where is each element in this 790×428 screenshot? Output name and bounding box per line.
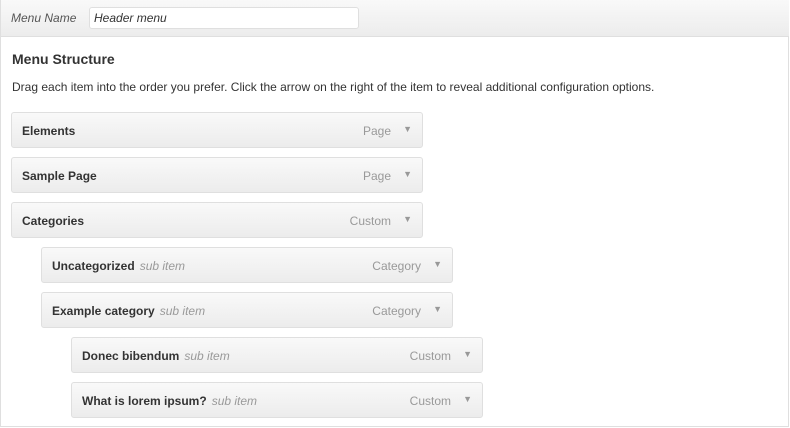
menu-editor: Menu Name Menu Structure Drag each item … xyxy=(0,0,789,427)
expand-arrow-icon[interactable]: ▼ xyxy=(433,259,442,269)
menu-item-type: Category xyxy=(372,259,421,273)
menu-structure-instructions: Drag each item into the order you prefer… xyxy=(12,80,655,94)
menu-item-title-text: Uncategorized xyxy=(52,259,135,273)
menu-name-label: Menu Name xyxy=(11,11,77,25)
expand-arrow-icon[interactable]: ▼ xyxy=(403,214,412,224)
expand-arrow-icon[interactable]: ▼ xyxy=(463,394,472,404)
menu-item-title-text: Categories xyxy=(22,214,85,228)
sub-item-label: sub item xyxy=(159,304,206,318)
menu-item-example-category[interactable]: Example category sub item Category ▼ xyxy=(41,292,453,328)
menu-item-title: Elements xyxy=(22,124,75,138)
menu-item-title: What is lorem ipsum? sub item xyxy=(82,394,257,408)
sub-item-label: sub item xyxy=(184,349,230,363)
menu-item-type: Custom xyxy=(409,394,451,408)
menu-item-type: Custom xyxy=(409,349,451,363)
menu-item-donec-bibendum[interactable]: Donec bibendum sub item Custom ▼ xyxy=(71,337,483,373)
menu-item-type: Page xyxy=(362,169,391,183)
expand-arrow-icon[interactable]: ▼ xyxy=(433,304,442,314)
menu-item-type: Page xyxy=(362,124,391,138)
menu-name-input[interactable] xyxy=(89,7,359,29)
menu-item-what-is-lorem-ipsum[interactable]: What is lorem ipsum? sub item Custom ▼ xyxy=(71,382,483,418)
menu-name-bar: Menu Name xyxy=(1,0,789,37)
sub-item-label: sub item xyxy=(211,394,258,408)
expand-arrow-icon[interactable]: ▼ xyxy=(403,169,412,179)
menu-item-uncategorized[interactable]: Uncategorized sub item Category ▼ xyxy=(41,247,453,283)
menu-item-title-text: What is lorem ipsum? xyxy=(82,394,207,408)
menu-item-sample-page[interactable]: Sample Page Page ▼ xyxy=(11,157,423,193)
sub-item-label: sub item xyxy=(139,259,186,273)
menu-item-categories[interactable]: Categories Custom ▼ xyxy=(11,202,423,238)
menu-item-type: Category xyxy=(372,304,421,318)
menu-item-title-text: Sample Page xyxy=(22,169,97,183)
menu-item-title: Uncategorized sub item xyxy=(52,259,185,273)
menu-item-title: Categories xyxy=(22,214,84,228)
menu-item-title: Example category sub item xyxy=(52,304,205,318)
menu-item-title-text: Donec bibendum xyxy=(82,349,180,363)
menu-item-title: Sample Page xyxy=(22,169,97,183)
menu-item-elements[interactable]: Elements Page ▼ xyxy=(11,112,423,148)
menu-structure-title: Menu Structure xyxy=(12,51,115,67)
menu-item-title-text: Example category xyxy=(52,304,155,318)
expand-arrow-icon[interactable]: ▼ xyxy=(403,124,412,134)
menu-item-type: Custom xyxy=(349,214,391,228)
menu-item-title: Donec bibendum sub item xyxy=(82,349,230,363)
expand-arrow-icon[interactable]: ▼ xyxy=(463,349,472,359)
menu-item-title-text: Elements xyxy=(22,124,76,138)
